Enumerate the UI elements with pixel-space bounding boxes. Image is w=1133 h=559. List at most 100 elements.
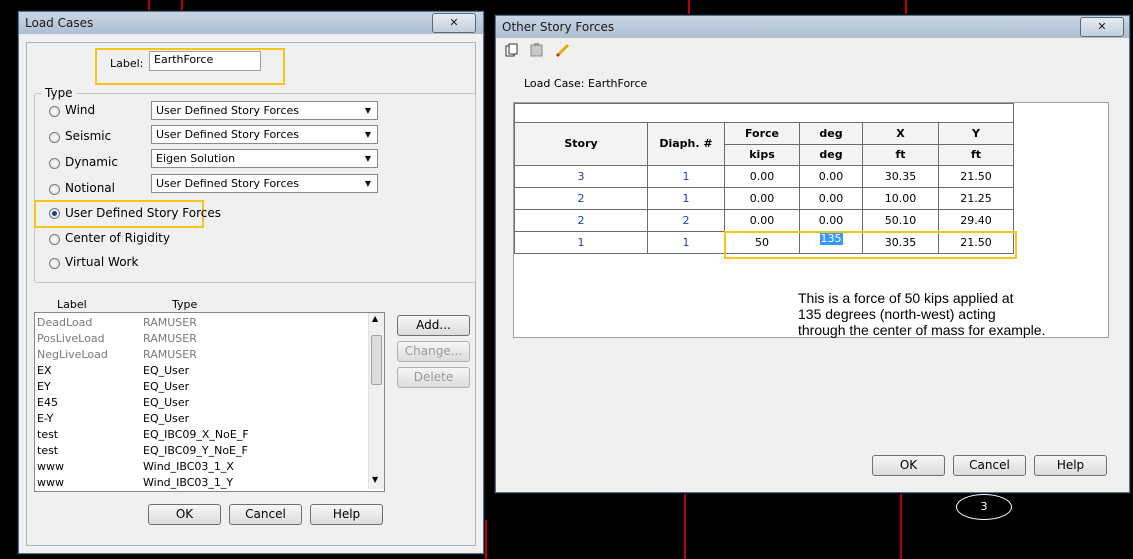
radio-center-of-rigidity[interactable] [49, 234, 60, 245]
pencil-icon[interactable] [555, 42, 571, 58]
header-text: Diaph. # [659, 137, 713, 150]
grid-cell-story[interactable]: 3 [514, 165, 648, 188]
help-button[interactable]: Help [310, 504, 383, 525]
annotation-line: through the center of mass for example. [798, 322, 1046, 338]
list-item-label: EX [37, 364, 52, 377]
radio-notional[interactable] [49, 184, 60, 195]
radio-seismic[interactable] [49, 132, 60, 143]
chevron-down-icon: ▼ [364, 106, 372, 115]
list-item-label: E45 [37, 396, 58, 409]
list-item[interactable]: EX EQ_User [37, 363, 363, 379]
cell-value: 1 [577, 236, 585, 249]
list-item[interactable]: NegLiveLoad RAMUSER [37, 347, 363, 363]
cell-value: 30.35 [884, 170, 917, 183]
chevron-down-icon: ▼ [364, 130, 372, 139]
scrollbar[interactable]: ▲ ▼ [368, 313, 384, 489]
grid-cell-x[interactable]: 50.10 [862, 209, 939, 232]
cell-value: 29.40 [960, 214, 992, 227]
grid-cell-y[interactable]: 29.40 [938, 209, 1014, 232]
grid-cell-diaph[interactable]: 1 [647, 231, 725, 254]
grid-cell-force[interactable]: 0.00 [724, 209, 800, 232]
grid-cell-y[interactable]: 21.50 [938, 165, 1014, 188]
scroll-thumb[interactable] [371, 335, 382, 385]
radio-label-seismic: Seismic [65, 129, 112, 143]
cell-value: 50.10 [884, 214, 917, 227]
load-case-list[interactable]: DeadLoad RAMUSER PosLiveLoad RAMUSER NegLive… [34, 312, 385, 492]
paste-icon[interactable] [530, 43, 544, 57]
radio-dynamic[interactable] [49, 158, 60, 169]
grid-cell-diaph[interactable]: 1 [647, 165, 725, 188]
dialog-title: Other Story Forces [502, 20, 615, 34]
list-item-type: RAMUSER [143, 332, 197, 345]
grid-cell-x[interactable]: 10.00 [862, 187, 939, 210]
list-item-type: EQ_IBC09_X_NoE_F [143, 428, 249, 441]
radio-label-center-of-rigidity: Center of Rigidity [65, 231, 170, 245]
list-item-type: Wind_IBC03_1_Y [143, 476, 234, 489]
grid-cell-force[interactable]: 0.00 [724, 165, 800, 188]
radio-user-defined[interactable] [49, 208, 60, 219]
wind-type-select[interactable]: User Defined Story Forces ▼ [151, 101, 378, 120]
grid-cell-story[interactable]: 2 [514, 187, 648, 210]
background-line [485, 520, 487, 559]
cell-value: 1 [682, 170, 690, 183]
list-item-type: RAMUSER [143, 348, 197, 361]
close-button[interactable]: ✕ [1080, 17, 1124, 37]
grid-cell-deg[interactable]: 0.00 [799, 165, 863, 188]
list-item[interactable]: DeadLoad RAMUSER [37, 315, 363, 331]
unit-y: ft [938, 144, 1014, 166]
scroll-down-icon[interactable]: ▼ [372, 475, 378, 484]
dynamic-type-select[interactable]: Eigen Solution ▼ [151, 149, 378, 168]
list-item-type: Wind_IBC03_1_X [143, 460, 234, 473]
copy-icon[interactable] [505, 43, 519, 57]
header-text: X [896, 127, 905, 140]
unit-text: ft [895, 148, 906, 161]
grid-cell-deg[interactable]: 0.00 [799, 209, 863, 232]
radio-label-notional: Notional [65, 181, 115, 195]
list-item[interactable]: E-Y EQ_User [37, 411, 363, 427]
list-item-type: EQ_User [143, 380, 190, 393]
annotation-line: This is a force of 50 kips applied at [798, 290, 1014, 306]
list-item-label: NegLiveLoad [37, 348, 108, 361]
title-bar: Other Story Forces ✕ [496, 16, 1129, 38]
add-button[interactable]: Add... [397, 315, 470, 336]
cancel-button[interactable]: Cancel [229, 504, 302, 525]
cell-value: 0.00 [749, 192, 775, 205]
grid-cell-deg[interactable]: 0.00 [799, 187, 863, 210]
grid-cell-force[interactable]: 0.00 [724, 187, 800, 210]
header-x: X [862, 122, 939, 145]
scroll-up-icon[interactable]: ▲ [372, 314, 378, 323]
list-item-type: EQ_User [143, 396, 190, 409]
grid-cell-story[interactable]: 1 [514, 231, 648, 254]
load-cases-dialog: Load Cases ✕ Label: EarthForce Type Wind… [18, 11, 484, 554]
label-input[interactable]: EarthForce [149, 51, 261, 71]
radio-label-user-defined: User Defined Story Forces [65, 206, 221, 220]
radio-wind[interactable] [49, 106, 60, 117]
ok-button[interactable]: OK [148, 504, 221, 525]
list-item[interactable]: EY EQ_User [37, 379, 363, 395]
background-line [688, 0, 690, 14]
ok-button[interactable]: OK [872, 455, 945, 476]
radio-virtual-work[interactable] [49, 258, 60, 269]
close-button[interactable]: ✕ [432, 13, 476, 33]
seismic-type-select[interactable]: User Defined Story Forces ▼ [151, 125, 378, 144]
change-button[interactable]: Change... [397, 341, 470, 362]
dialog-client: Label: EarthForce Type Wind User Defined… [26, 42, 476, 546]
cancel-button[interactable]: Cancel [953, 455, 1026, 476]
help-button[interactable]: Help [1034, 455, 1107, 476]
list-item[interactable]: www Wind_IBC03_1_Y [37, 475, 363, 491]
list-item[interactable]: E45 EQ_User [37, 395, 363, 411]
notional-type-select[interactable]: User Defined Story Forces ▼ [151, 174, 378, 193]
grid-cell-x[interactable]: 30.35 [862, 165, 939, 188]
grid-cell-diaph[interactable]: 2 [647, 209, 725, 232]
list-item[interactable]: test EQ_IBC09_X_NoE_F [37, 427, 363, 443]
grid-cell-y[interactable]: 21.25 [938, 187, 1014, 210]
list-item[interactable]: test EQ_IBC09_Y_NoE_F [37, 443, 363, 459]
list-item[interactable]: www Wind_IBC03_1_X [37, 459, 363, 475]
cell-value: 2 [577, 192, 585, 205]
grid-cell-diaph[interactable]: 1 [647, 187, 725, 210]
grid-cell-story[interactable]: 2 [514, 209, 648, 232]
header-diaph: Diaph. # [647, 122, 725, 166]
background-line [905, 0, 907, 14]
list-item[interactable]: PosLiveLoad RAMUSER [37, 331, 363, 347]
delete-button[interactable]: Delete [397, 367, 470, 388]
